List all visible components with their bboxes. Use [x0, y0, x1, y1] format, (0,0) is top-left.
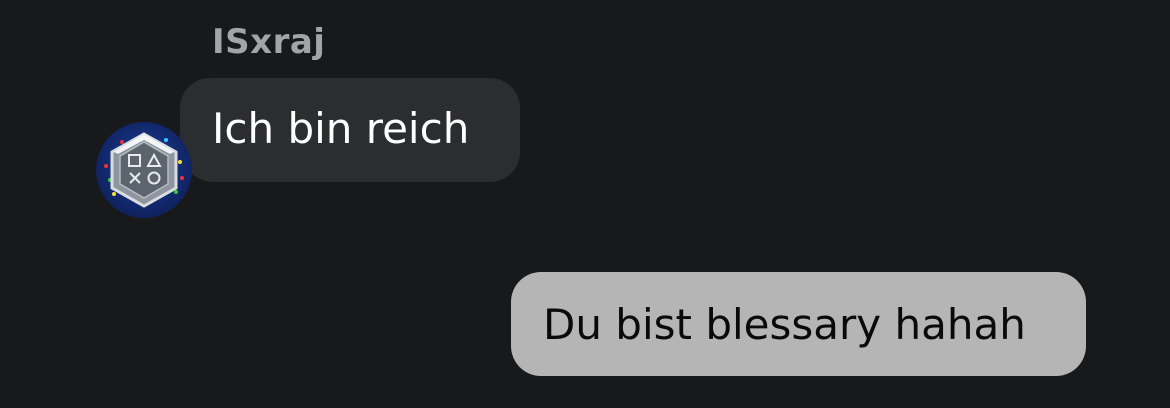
- outgoing-message-text: Du bist blessary hahah: [543, 300, 1026, 349]
- avatar[interactable]: [96, 122, 192, 218]
- sender-name[interactable]: ISxraj: [212, 22, 325, 62]
- chat-thread: ISxraj Ich bin reich Du bist blessary ha…: [0, 0, 1170, 408]
- playstation-hexagon-badge-icon: [104, 132, 184, 208]
- outgoing-message-bubble[interactable]: Du bist blessary hahah: [511, 272, 1086, 376]
- incoming-message-text: Ich bin reich: [212, 104, 470, 153]
- incoming-message-bubble[interactable]: Ich bin reich: [180, 78, 520, 182]
